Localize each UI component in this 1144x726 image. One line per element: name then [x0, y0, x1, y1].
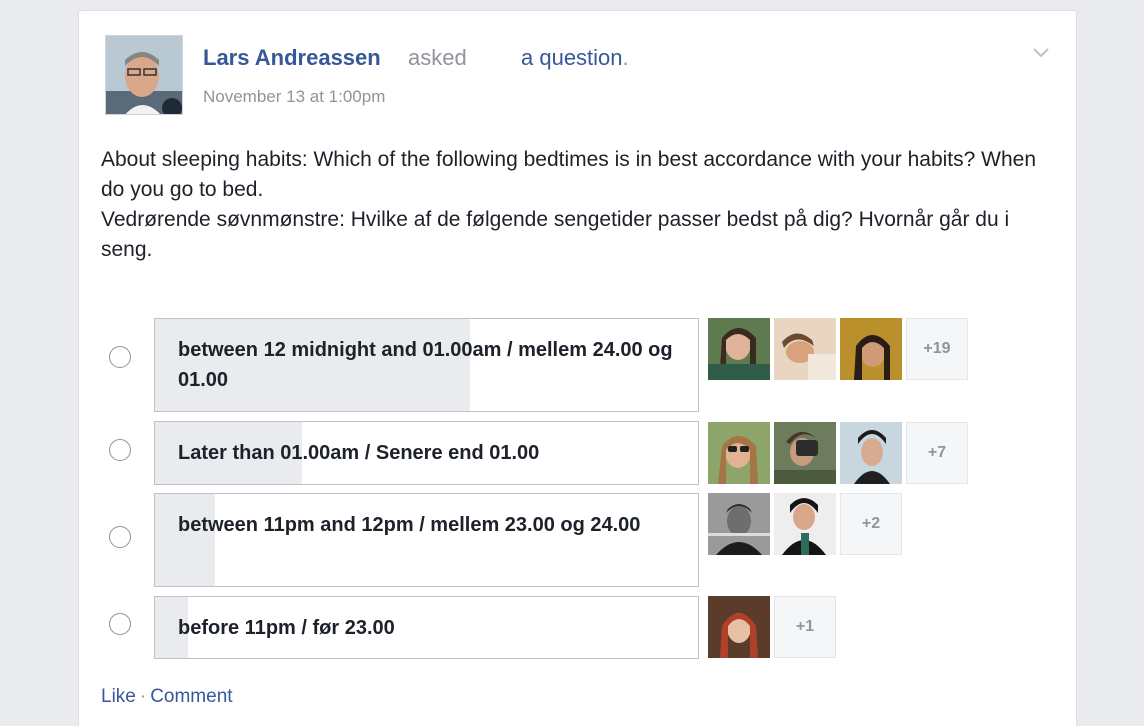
voter-faces: +19 [708, 318, 968, 380]
voter-avatar[interactable] [708, 422, 770, 484]
poll-option-fill [155, 494, 215, 586]
poll-option-bar[interactable]: between 12 midnight and 01.00am / mellem… [154, 318, 699, 412]
voter-faces: +7 [708, 422, 968, 484]
question-line-english: About sleeping habits: Which of the foll… [101, 148, 1037, 201]
voter-avatar[interactable] [774, 318, 836, 380]
voter-avatar[interactable] [774, 493, 836, 555]
poll-option-radio[interactable] [109, 613, 131, 635]
question-link-text[interactable]: a question [521, 45, 623, 70]
poll-option-radio[interactable] [109, 439, 131, 461]
like-button[interactable]: Like [101, 686, 136, 707]
more-voters-button[interactable]: +7 [906, 422, 968, 484]
voter-avatar[interactable] [840, 318, 902, 380]
voter-faces: +1 [708, 596, 836, 658]
question-text: About sleeping habits: Which of the foll… [101, 145, 1051, 265]
comment-button[interactable]: Comment [150, 686, 232, 707]
poll-option-label: before 11pm / før 23.00 [178, 617, 395, 639]
more-voters-button[interactable]: +19 [906, 318, 968, 380]
post-timestamp[interactable]: November 13 at 1:00pm [203, 87, 385, 107]
action-text: asked [408, 45, 467, 70]
author-name-link[interactable]: Lars Andreassen [203, 45, 381, 71]
post-card: Lars Andreassen asked a question. Novemb… [78, 10, 1077, 726]
poll-option-label: between 11pm and 12pm / mellem 23.00 og … [178, 514, 641, 536]
voter-faces: +2 [708, 493, 902, 555]
question-line-danish: Vedrørende søvnmønstre: Hvilke af de føl… [101, 208, 1010, 261]
title-period: . [622, 45, 629, 70]
post-actions: Like · Comment [101, 686, 233, 708]
chevron-down-icon[interactable] [1029, 41, 1053, 65]
voter-avatar[interactable] [774, 422, 836, 484]
voter-avatar[interactable] [708, 318, 770, 380]
poll-option-bar[interactable]: before 11pm / før 23.00 [154, 596, 699, 659]
poll-option-label: Later than 01.00am / Senere end 01.00 [178, 442, 540, 464]
voter-avatar[interactable] [840, 422, 902, 484]
author-avatar[interactable] [105, 35, 183, 115]
poll-option-bar[interactable]: Later than 01.00am / Senere end 01.00 [154, 421, 699, 485]
more-voters-button[interactable]: +2 [840, 493, 902, 555]
poll-option-radio[interactable] [109, 526, 131, 548]
poll-option-radio[interactable] [109, 346, 131, 368]
question-link[interactable]: a question. [521, 45, 629, 71]
voter-avatar[interactable] [708, 596, 770, 658]
poll-option-bar[interactable]: between 11pm and 12pm / mellem 23.00 og … [154, 493, 699, 587]
action-separator: · [139, 686, 147, 707]
voter-avatar[interactable] [708, 493, 770, 555]
poll-option-label: between 12 midnight and 01.00am / mellem… [178, 339, 673, 391]
more-voters-button[interactable]: +1 [774, 596, 836, 658]
